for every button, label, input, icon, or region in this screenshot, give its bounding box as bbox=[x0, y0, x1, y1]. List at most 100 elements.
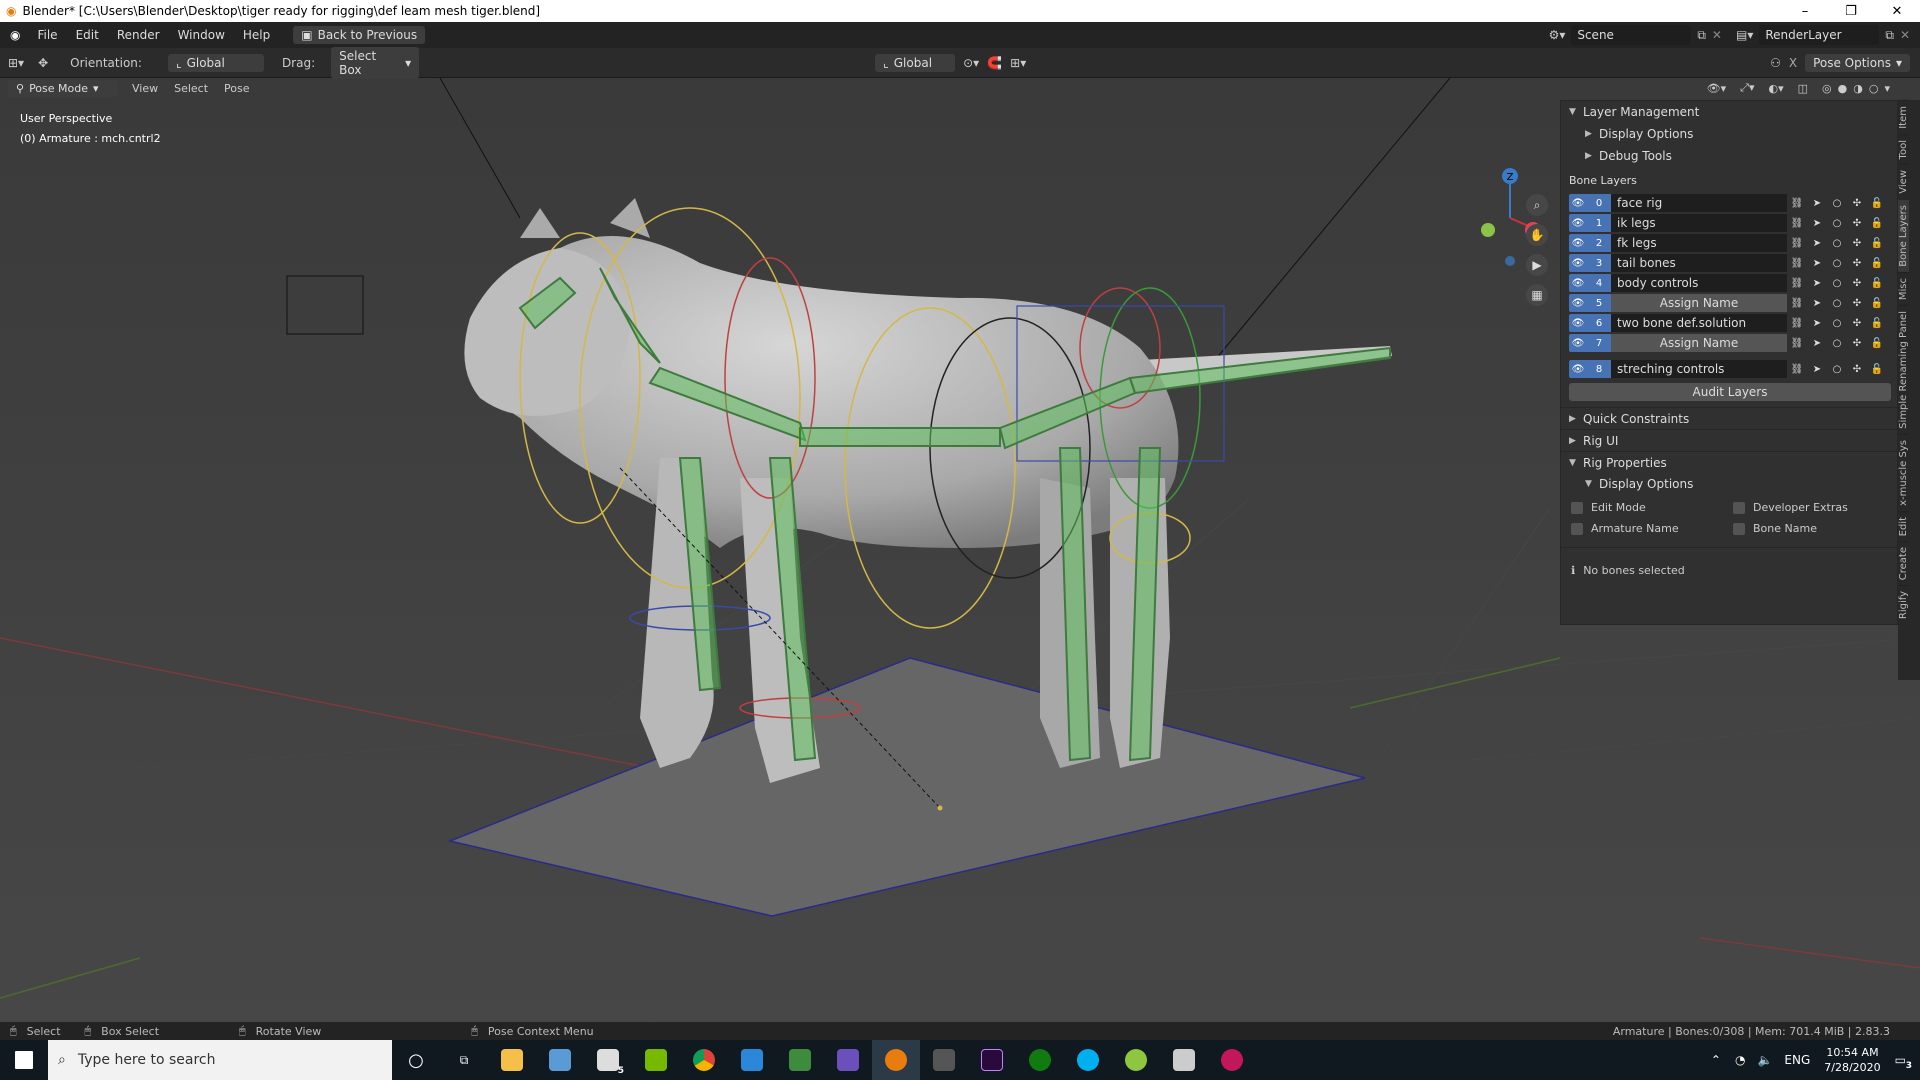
lock-icon[interactable]: 🔓 bbox=[1867, 294, 1887, 312]
debug-tools-header[interactable]: ▶ Debug Tools bbox=[1561, 145, 1897, 167]
link-icon[interactable]: ⛓ bbox=[1787, 194, 1807, 212]
layer-name-field[interactable]: ik legs bbox=[1611, 214, 1787, 232]
cursor-icon[interactable]: ➤ bbox=[1807, 294, 1827, 312]
rendered-shading-icon[interactable]: ○ bbox=[1869, 82, 1879, 95]
visibility-icon[interactable]: 👁▾ bbox=[1707, 82, 1727, 95]
audit-layers-button[interactable]: Audit Layers bbox=[1569, 383, 1891, 401]
cortana-icon[interactable]: ○ bbox=[392, 1040, 440, 1080]
scene-icon[interactable]: ⚙▾ bbox=[1549, 28, 1566, 42]
link-icon[interactable]: ⛓ bbox=[1787, 360, 1807, 378]
select-icon[interactable]: ○ bbox=[1827, 274, 1847, 292]
eye-icon[interactable]: 👁 bbox=[1569, 234, 1587, 252]
select-icon[interactable]: ○ bbox=[1827, 234, 1847, 252]
link-icon[interactable]: ⛓ bbox=[1787, 214, 1807, 232]
edit-mode-checkbox[interactable]: Edit Mode bbox=[1571, 501, 1733, 514]
lock-icon[interactable]: 🔓 bbox=[1867, 194, 1887, 212]
menu-window[interactable]: Window bbox=[169, 28, 234, 42]
ik-pole-target[interactable] bbox=[937, 805, 943, 811]
file-explorer-icon[interactable] bbox=[488, 1040, 536, 1080]
scene-field[interactable]: Scene bbox=[1571, 25, 1692, 45]
assign-name-button[interactable]: Assign Name bbox=[1611, 294, 1787, 312]
wifi-icon[interactable]: ◔ bbox=[1735, 1053, 1745, 1067]
delete-scene-icon[interactable]: ✕ bbox=[1712, 28, 1722, 42]
rig-ui-header[interactable]: ▶ Rig UI bbox=[1561, 429, 1897, 451]
menu-help[interactable]: Help bbox=[234, 28, 279, 42]
mode-dropdown[interactable]: ⚲ Pose Mode ▾ bbox=[8, 79, 118, 97]
tray-chevron-icon[interactable]: ⌃ bbox=[1711, 1053, 1721, 1067]
bone-icon[interactable]: ✣ bbox=[1847, 334, 1867, 352]
layer-name-field[interactable]: body controls bbox=[1611, 274, 1787, 292]
editor-type-icon[interactable]: ⊞▾ bbox=[8, 56, 24, 70]
bone-icon[interactable]: ✣ bbox=[1847, 360, 1867, 378]
blender-menu-icon[interactable]: ◉ bbox=[10, 28, 20, 42]
chrome-icon[interactable] bbox=[680, 1040, 728, 1080]
green-app-icon[interactable] bbox=[1112, 1040, 1160, 1080]
bone-layer-row[interactable]: 👁 5 Assign Name ⛓ ➤ ○ ✣ 🔓 bbox=[1569, 293, 1893, 313]
maximize-button[interactable]: ❐ bbox=[1828, 4, 1874, 19]
cursor-icon[interactable]: ➤ bbox=[1807, 194, 1827, 212]
layer-name-field[interactable]: tail bones bbox=[1611, 254, 1787, 272]
menu-file[interactable]: File bbox=[28, 28, 66, 42]
bone-icon[interactable]: ✣ bbox=[1847, 214, 1867, 232]
pan-hand-icon[interactable]: ✋ bbox=[1526, 224, 1548, 246]
nvidia-icon[interactable] bbox=[632, 1040, 680, 1080]
select-icon[interactable]: ○ bbox=[1827, 254, 1847, 272]
xray-toggle-icon[interactable]: ◫ bbox=[1798, 82, 1808, 95]
bone-layer-row[interactable]: 👁 8 streching controls ⛓ ➤ ○ ✣ 🔓 bbox=[1569, 359, 1893, 379]
quick-constraints-header[interactable]: ▶ Quick Constraints bbox=[1561, 407, 1897, 429]
eye-icon[interactable]: 👁 bbox=[1569, 214, 1587, 232]
delete-layer-icon[interactable]: ✕ bbox=[1900, 28, 1910, 42]
close-button[interactable]: ✕ bbox=[1874, 4, 1920, 19]
language-indicator[interactable]: ENG bbox=[1784, 1053, 1810, 1067]
perspective-grid-icon[interactable]: ▦ bbox=[1526, 284, 1548, 306]
bone-icon[interactable]: ✣ bbox=[1847, 274, 1867, 292]
notification-icon[interactable]: ▭ 3 bbox=[1895, 1053, 1912, 1071]
display-options-header[interactable]: ▶ Display Options bbox=[1561, 123, 1897, 145]
volume-icon[interactable]: 🔈 bbox=[1757, 1053, 1772, 1067]
bone-layer-row[interactable]: 👁 4 body controls ⛓ ➤ ○ ✣ 🔓 bbox=[1569, 273, 1893, 293]
game-app-icon[interactable] bbox=[920, 1040, 968, 1080]
cursor-icon[interactable]: ➤ bbox=[1807, 274, 1827, 292]
render-layer-field[interactable]: RenderLayer bbox=[1759, 25, 1880, 45]
pivot-icon[interactable]: ⊙▾ bbox=[963, 56, 979, 70]
link-icon[interactable]: ⛓ bbox=[1787, 274, 1807, 292]
lock-icon[interactable]: 🔓 bbox=[1867, 214, 1887, 232]
bone-icon[interactable]: ✣ bbox=[1847, 194, 1867, 212]
windows-start-icon[interactable] bbox=[0, 1040, 48, 1080]
pose-options-dropdown[interactable]: Pose Options ▾ bbox=[1805, 53, 1910, 72]
transform-orientation-dropdown[interactable]: ⌞ Global bbox=[875, 53, 956, 72]
side-tab[interactable]: Misc bbox=[1898, 271, 1909, 305]
clock[interactable]: 10:54 AM 7/28/2020 bbox=[1824, 1045, 1880, 1075]
eye-icon[interactable]: 👁 bbox=[1569, 294, 1587, 312]
xray-bone-icon[interactable]: ⚇ bbox=[1770, 56, 1781, 70]
transform-icon[interactable]: ✥ bbox=[38, 56, 48, 70]
mail-icon[interactable]: 5 bbox=[584, 1040, 632, 1080]
select-icon[interactable]: ○ bbox=[1827, 314, 1847, 332]
bone-name-checkbox[interactable]: Bone Name bbox=[1733, 522, 1817, 535]
new-layer-icon[interactable]: ⧉ bbox=[1885, 28, 1894, 43]
rig-properties-header[interactable]: ▼ Rig Properties bbox=[1561, 451, 1897, 473]
select-icon[interactable]: ○ bbox=[1827, 194, 1847, 212]
layer-name-field[interactable]: fk legs bbox=[1611, 234, 1787, 252]
lock-icon[interactable]: 🔓 bbox=[1867, 334, 1887, 352]
developer-extras-checkbox[interactable]: Developer Extras bbox=[1733, 501, 1848, 514]
select-icon[interactable]: ○ bbox=[1827, 294, 1847, 312]
pink-app-icon[interactable] bbox=[1208, 1040, 1256, 1080]
task-view-icon[interactable]: ⧉ bbox=[440, 1040, 488, 1080]
menu-edit[interactable]: Edit bbox=[67, 28, 108, 42]
skype-icon[interactable] bbox=[1064, 1040, 1112, 1080]
side-tab[interactable]: Item bbox=[1898, 100, 1909, 134]
new-scene-icon[interactable]: ⧉ bbox=[1697, 28, 1706, 43]
eye-icon[interactable]: 👁 bbox=[1569, 314, 1587, 332]
link-icon[interactable]: ⛓ bbox=[1787, 334, 1807, 352]
zoom-icon[interactable]: ⌕ bbox=[1526, 194, 1548, 216]
xbox-icon[interactable] bbox=[1016, 1040, 1064, 1080]
link-icon[interactable]: ⛓ bbox=[1787, 314, 1807, 332]
taskbar-search-box[interactable]: ⌕ Type here to search bbox=[48, 1040, 392, 1080]
calendar-app-icon[interactable] bbox=[728, 1040, 776, 1080]
assign-name-button[interactable]: Assign Name bbox=[1611, 334, 1787, 352]
purple-app-icon[interactable] bbox=[824, 1040, 872, 1080]
cursor-icon[interactable]: ➤ bbox=[1807, 314, 1827, 332]
snap-target-icon[interactable]: ⊞▾ bbox=[1010, 56, 1026, 70]
lock-icon[interactable]: 🔓 bbox=[1867, 360, 1887, 378]
